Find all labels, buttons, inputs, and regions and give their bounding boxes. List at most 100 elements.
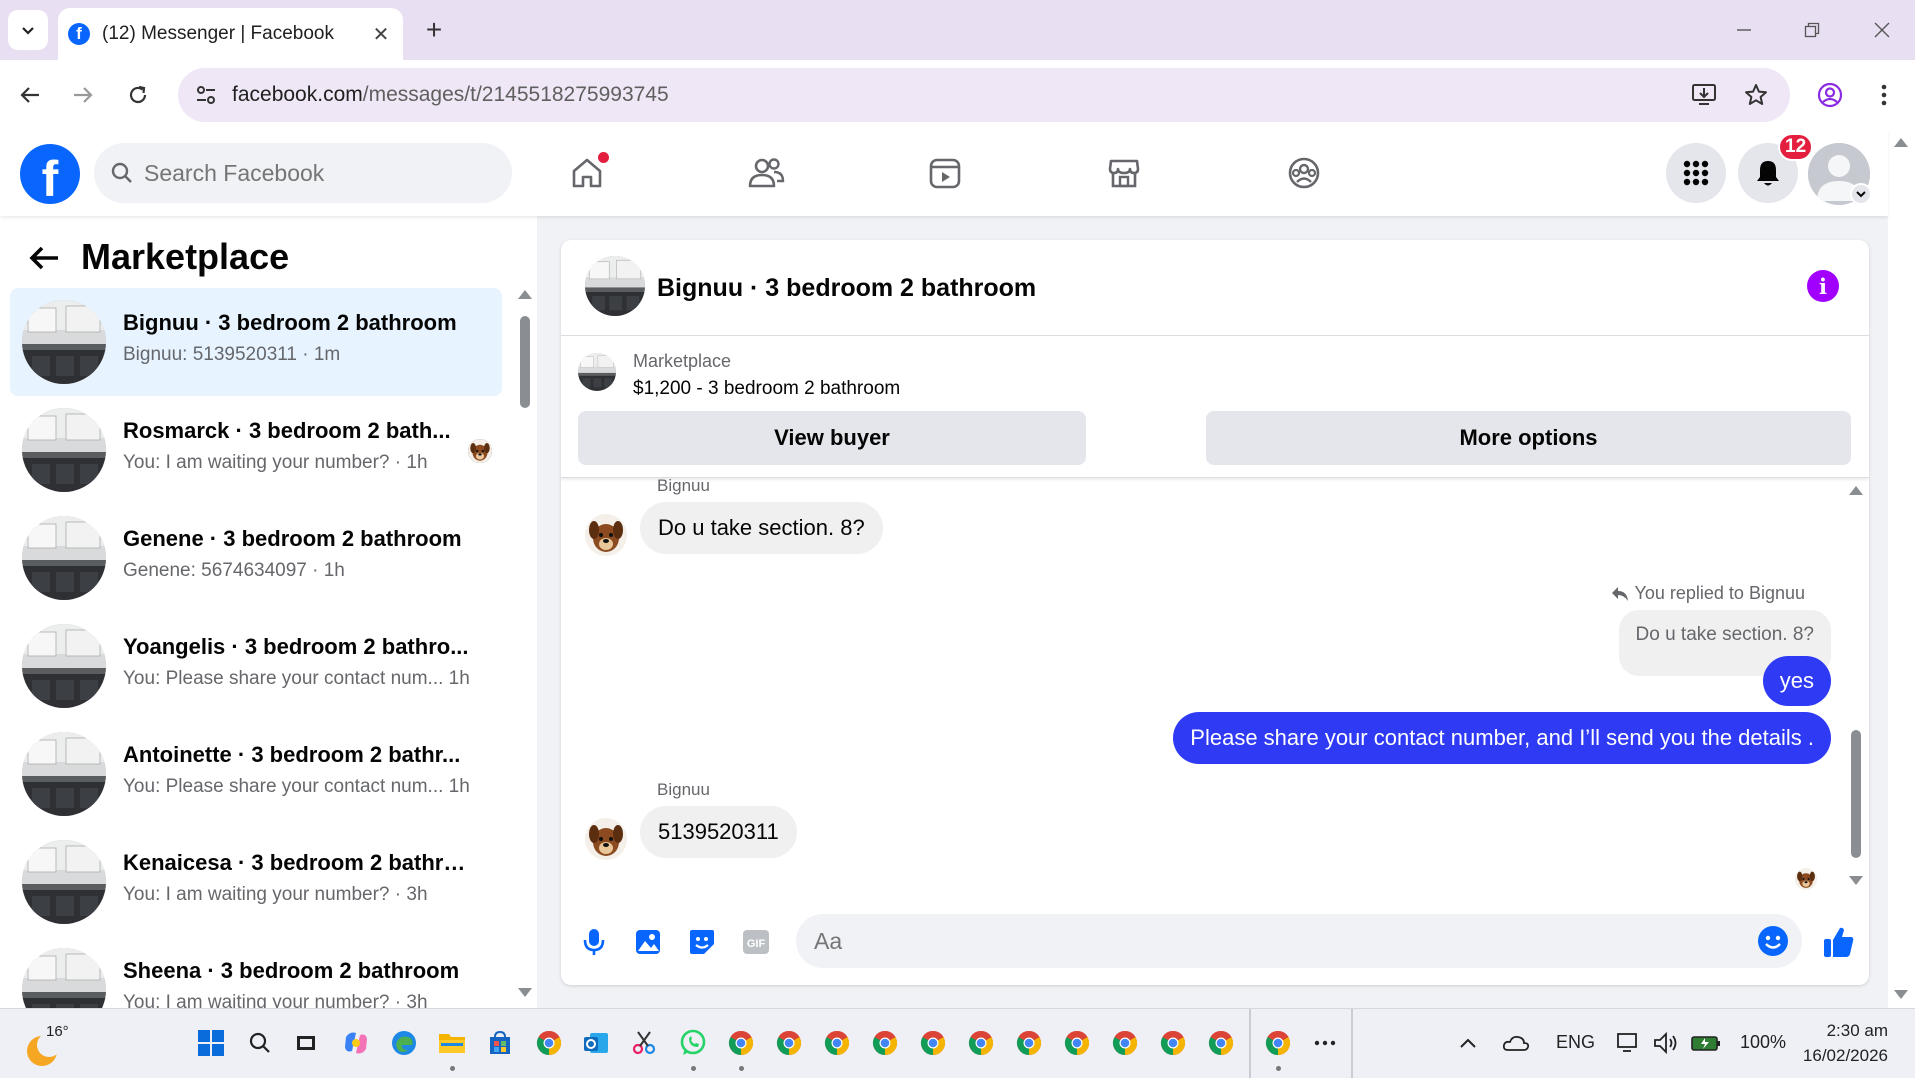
browser-tab-active[interactable]: f (12) Messenger | Facebook ✕ (58, 8, 403, 60)
battery-tray[interactable] (1690, 1027, 1722, 1059)
outlook-app[interactable] (580, 1027, 612, 1059)
nav-video[interactable] (915, 144, 975, 202)
facebook-logo-icon[interactable]: f (20, 144, 80, 204)
chrome-profile-app[interactable] (725, 1027, 757, 1071)
site-info-icon[interactable] (192, 81, 220, 109)
back-button[interactable] (12, 77, 48, 113)
chrome-profile-app[interactable] (1157, 1027, 1189, 1059)
conversation-item[interactable]: Genene · 3 bedroom 2 bathroom Genene: 567… (10, 504, 502, 612)
facebook-search-input[interactable] (144, 159, 474, 187)
scroll-up-arrow-icon[interactable] (518, 290, 532, 299)
copilot-app[interactable] (340, 1027, 372, 1059)
network-tray[interactable] (1612, 1027, 1644, 1059)
gif-button[interactable]: GIF (736, 922, 776, 962)
conversation-item[interactable]: Antoinette · 3 bedroom 2 bathr... You: Pl… (10, 720, 502, 828)
taskbar-overflow-button[interactable] (1309, 1027, 1341, 1059)
page-scrollbar[interactable] (1888, 130, 1915, 1008)
incoming-message[interactable]: Do u take section. 8? (640, 502, 883, 554)
reload-button[interactable] (120, 77, 156, 113)
bookmark-star-icon[interactable] (1738, 77, 1774, 113)
chrome-profile-app[interactable] (821, 1027, 853, 1059)
attach-photo-button[interactable] (628, 922, 668, 962)
nav-gaming[interactable] (1274, 144, 1334, 202)
chrome-active-app[interactable] (1262, 1027, 1294, 1071)
taskbar-search-button[interactable] (244, 1027, 276, 1059)
chat-title[interactable]: Bignuu · 3 bedroom 2 bathroom (657, 274, 1036, 303)
tab-search-button[interactable] (8, 10, 48, 50)
conversation-list-scrollbar[interactable] (514, 288, 534, 1000)
whatsapp-app[interactable] (677, 1027, 709, 1071)
chrome-profile-app[interactable] (917, 1027, 949, 1059)
chrome-profile-app[interactable] (869, 1027, 901, 1059)
file-explorer-app[interactable] (436, 1027, 468, 1071)
start-button[interactable] (195, 1027, 227, 1059)
outgoing-message[interactable]: yes (1762, 656, 1831, 706)
nav-friends[interactable] (736, 144, 796, 202)
chrome-profile-app[interactable] (1109, 1027, 1141, 1059)
conversation-item[interactable]: Kenaicesa · 3 bedroom 2 bathro... You: I … (10, 828, 502, 936)
like-send-button[interactable] (1819, 922, 1859, 962)
view-buyer-button[interactable]: View buyer (578, 411, 1086, 465)
nav-home[interactable] (557, 144, 617, 202)
clock-date[interactable]: 16/02/2026 (1790, 1046, 1888, 1066)
scrollbar-thumb[interactable] (520, 316, 530, 408)
nav-marketplace[interactable] (1094, 144, 1154, 202)
scroll-up-arrow-icon[interactable] (1849, 486, 1863, 495)
browser-menu-button[interactable] (1866, 77, 1902, 113)
conversation-item[interactable]: Bignuu · 3 bedroom 2 bathroom Bignuu: 513… (10, 288, 502, 396)
scrollbar-thumb[interactable] (1851, 730, 1861, 858)
info-icon[interactable]: i (1807, 270, 1839, 302)
conversation-item[interactable]: Sheena · 3 bedroom 2 bathroom You: I am w… (10, 936, 502, 1008)
store-app[interactable] (484, 1027, 516, 1059)
sticker-button[interactable] (682, 922, 722, 962)
chrome-profile-app[interactable] (1205, 1027, 1237, 1059)
chrome-app[interactable] (533, 1027, 565, 1059)
close-tab-icon[interactable]: ✕ (369, 22, 393, 46)
conversation-item[interactable]: Rosmarck · 3 bedroom 2 bath... You: I am … (10, 396, 502, 504)
chrome-profile-app[interactable] (1061, 1027, 1093, 1059)
weather-widget[interactable]: 16° (24, 1023, 74, 1069)
message-input[interactable] (814, 927, 1754, 955)
edge-app[interactable] (388, 1027, 420, 1059)
volume-tray[interactable] (1650, 1027, 1682, 1059)
input-language-indicator[interactable]: ENG (1556, 1032, 1595, 1053)
account-menu-chevron-icon[interactable] (1850, 183, 1872, 205)
conversation-item[interactable]: Yoangelis · 3 bedroom 2 bathro... You: Pl… (10, 612, 502, 720)
snipping-tool-app[interactable] (628, 1027, 660, 1059)
listing-small-thumbnail[interactable] (578, 353, 616, 391)
new-tab-button[interactable]: + (418, 14, 450, 46)
scroll-down-arrow-icon[interactable] (1849, 876, 1863, 885)
clock-time[interactable]: 2:30 am (1800, 1021, 1888, 1041)
scroll-down-arrow-icon[interactable] (1894, 990, 1908, 999)
scroll-up-arrow-icon[interactable] (1894, 138, 1908, 147)
install-app-icon[interactable] (1686, 77, 1722, 113)
menu-grid-button[interactable] (1666, 143, 1726, 203)
profile-button[interactable] (1812, 77, 1848, 113)
incoming-message[interactable]: 5139520311 (640, 806, 797, 858)
chrome-profile-app[interactable] (965, 1027, 997, 1059)
task-view-button[interactable] (290, 1027, 322, 1059)
chrome-profile-app[interactable] (773, 1027, 805, 1059)
minimize-button[interactable] (1724, 12, 1764, 48)
sender-avatar[interactable] (585, 514, 627, 556)
chrome-profile-app[interactable] (1013, 1027, 1045, 1059)
facebook-search-box[interactable] (94, 143, 512, 203)
voice-clip-button[interactable] (574, 922, 614, 962)
outgoing-message[interactable]: Please share your contact number, and I’… (1173, 712, 1831, 764)
back-button[interactable] (24, 238, 64, 278)
emoji-button[interactable] (1754, 922, 1792, 960)
url-text[interactable]: facebook.com/messages/t/2145518275993745 (232, 83, 1686, 107)
close-window-button[interactable] (1862, 12, 1902, 48)
sender-avatar[interactable] (585, 818, 627, 860)
restore-button[interactable] (1792, 12, 1832, 48)
address-bar[interactable]: facebook.com/messages/t/2145518275993745 (178, 68, 1790, 122)
onedrive-tray[interactable] (1500, 1027, 1532, 1059)
forward-button[interactable] (65, 77, 101, 113)
more-options-button[interactable]: More options (1206, 411, 1851, 465)
message-scrollbar[interactable] (1843, 480, 1869, 890)
listing-thumbnail[interactable] (585, 256, 645, 316)
message-input-box[interactable] (796, 914, 1802, 968)
scroll-down-arrow-icon[interactable] (518, 988, 532, 997)
show-hidden-icons-button[interactable] (1452, 1027, 1484, 1059)
listing-price-title[interactable]: $1,200 - 3 bedroom 2 bathroom (633, 378, 900, 400)
